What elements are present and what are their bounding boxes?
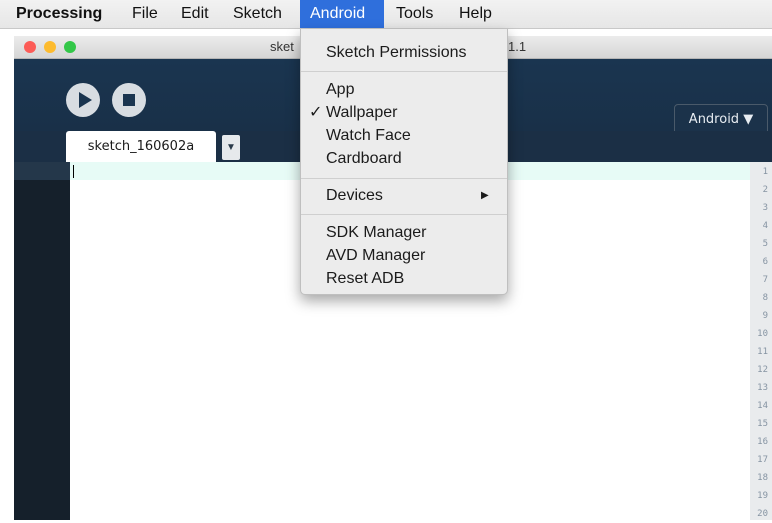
menu-separator (301, 214, 507, 215)
close-window-button[interactable] (24, 41, 36, 53)
line-number: 10 (757, 329, 768, 339)
line-number: 11 (757, 347, 768, 357)
line-number: 6 (762, 257, 768, 267)
menu-help[interactable]: Help (453, 0, 498, 28)
line-number: 3 (762, 203, 768, 213)
minimize-window-button[interactable] (44, 41, 56, 53)
line-number: 17 (757, 455, 768, 465)
line-number: 4 (762, 221, 768, 231)
menu-android[interactable]: Android (300, 0, 384, 28)
menu-item-app[interactable]: App (301, 79, 507, 101)
menu-item-reset-adb[interactable]: Reset ADB (301, 268, 507, 290)
menu-edit[interactable]: Edit (175, 0, 215, 28)
tab-sketch[interactable]: sketch_160602a (66, 131, 216, 162)
menu-file[interactable]: File (126, 0, 164, 28)
zoom-window-button[interactable] (64, 41, 76, 53)
menu-item-sketch-permissions[interactable]: Sketch Permissions (301, 42, 507, 64)
menu-item-devices[interactable]: Devices ▶ (301, 185, 507, 207)
line-number: 12 (757, 365, 768, 375)
line-number: 18 (757, 473, 768, 483)
menu-separator (301, 178, 507, 179)
stop-icon (123, 94, 135, 106)
current-line-gutter-highlight (14, 162, 70, 180)
window-title-version: 1.1 (508, 39, 527, 54)
line-number-gutter (14, 162, 70, 520)
submenu-arrow-icon: ▶ (481, 190, 489, 201)
line-number: 2 (762, 185, 768, 195)
line-number: 16 (757, 437, 768, 447)
checkmark-icon: ✓ (309, 104, 323, 121)
menu-item-watch-face[interactable]: Watch Face (301, 125, 507, 147)
menu-sketch[interactable]: Sketch (227, 0, 288, 28)
text-caret (73, 165, 74, 178)
run-button[interactable] (66, 83, 100, 117)
line-number: 15 (757, 419, 768, 429)
line-number: 19 (757, 491, 768, 501)
app-menu-processing[interactable]: Processing (10, 0, 108, 28)
window-title: sket (270, 39, 294, 54)
android-menu-dropdown: Sketch Permissions App ✓ Wallpaper Watch… (300, 29, 508, 295)
stop-button[interactable] (112, 83, 146, 117)
line-number: 7 (762, 275, 768, 285)
line-number: 13 (757, 383, 768, 393)
line-number: 8 (762, 293, 768, 303)
menu-bar: Processing File Edit Sketch Android Tool… (0, 0, 772, 29)
menu-tools[interactable]: Tools (390, 0, 439, 28)
menu-item-sdk-manager[interactable]: SDK Manager (301, 222, 507, 244)
menu-item-wallpaper[interactable]: ✓ Wallpaper (301, 102, 507, 124)
tab-menu-chevron-icon[interactable]: ▼ (222, 135, 240, 160)
line-number: 9 (762, 311, 768, 321)
play-icon (79, 92, 92, 108)
menu-item-avd-manager[interactable]: AVD Manager (301, 245, 507, 267)
line-number: 5 (762, 239, 768, 249)
menu-separator (301, 71, 507, 72)
menu-item-cardboard[interactable]: Cardboard (301, 148, 507, 170)
line-number: 20 (757, 509, 768, 519)
line-number: 1 (762, 167, 768, 177)
line-number: 14 (757, 401, 768, 411)
